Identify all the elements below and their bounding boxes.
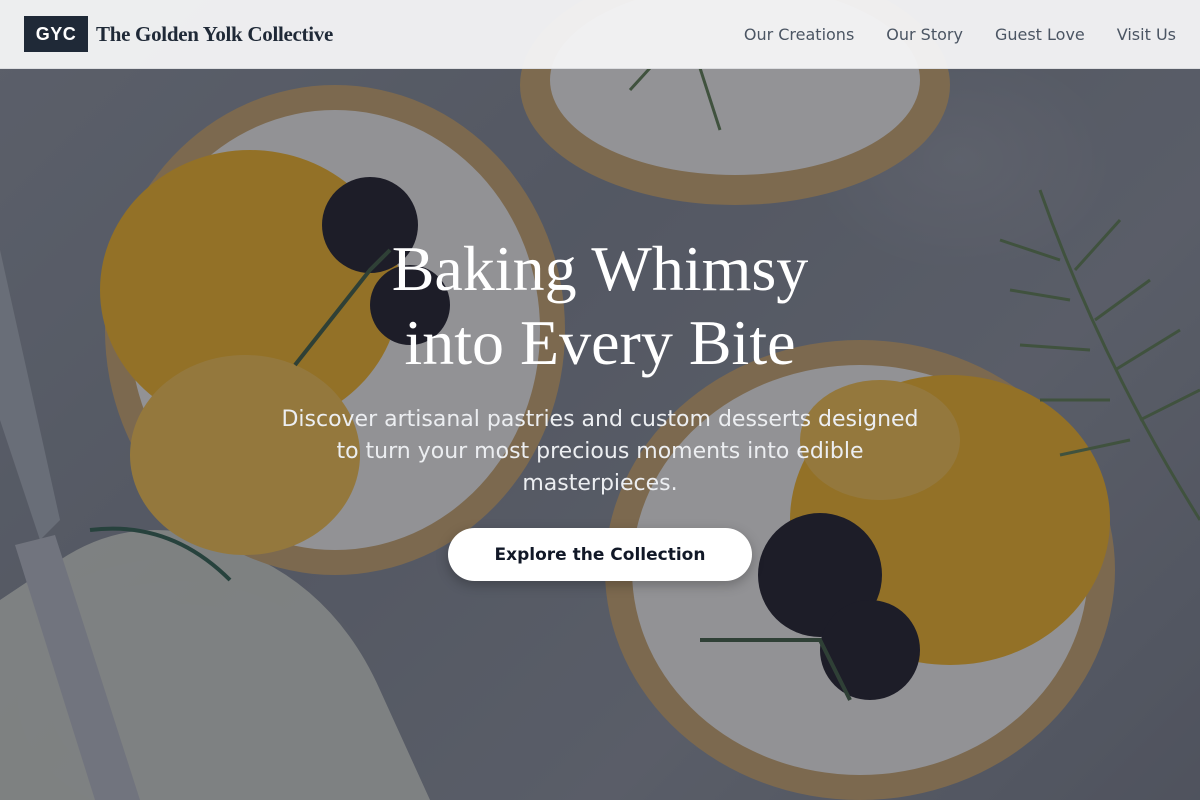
hero-subtitle: Discover artisanal pastries and custom d… [281,407,919,496]
brand-logo-link[interactable]: GYC The Golden Yolk Collective [24,16,333,52]
nav-link-visit-us[interactable]: Visit Us [1117,25,1176,44]
hero-title-line-1: Baking Whimsy [391,233,809,304]
nav-link-our-story[interactable]: Our Story [886,25,963,44]
hero-content: Baking Whimsy into Every Bite Discover a… [0,232,1200,581]
site-header: GYC The Golden Yolk Collective Our Creat… [0,0,1200,69]
brand-name: The Golden Yolk Collective [96,21,334,46]
main-nav: Our Creations Our Story Guest Love Visit… [744,25,1176,44]
explore-collection-button[interactable]: Explore the Collection [448,528,752,581]
brand-mark: GYC [24,16,88,52]
nav-link-guest-love[interactable]: Guest Love [995,25,1085,44]
nav-link-our-creations[interactable]: Our Creations [744,25,854,44]
hero-title: Baking Whimsy into Every Bite [340,232,860,380]
hero-title-line-2: into Every Bite [404,307,796,378]
